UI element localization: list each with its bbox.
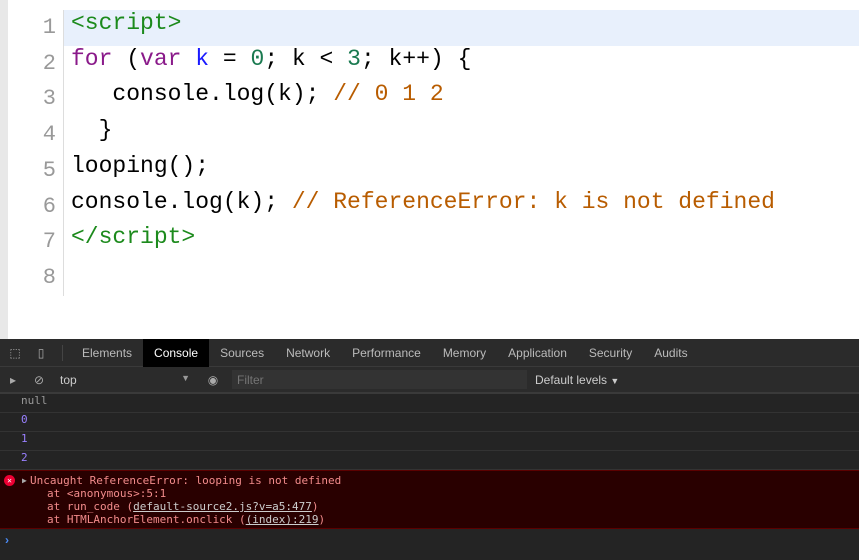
console-toolbar: ▸ ⊘ top▼ ◉ Default levels ▼ [0,367,859,394]
console-log-row: 2 [0,451,859,470]
code-token: console.log(k); [71,81,334,108]
tab-memory[interactable]: Memory [432,339,497,367]
code-token: // 0 1 2 [333,81,444,108]
expand-triangle-icon[interactable]: ▶ [22,474,27,487]
tab-network[interactable]: Network [275,339,341,367]
tab-audits[interactable]: Audits [643,339,698,367]
tab-application[interactable]: Application [497,339,578,367]
line-number: 2 [8,45,64,82]
code-token: ; k++) { [360,45,472,72]
log-levels-select[interactable]: Default levels ▼ [535,373,619,387]
filter-input[interactable] [232,370,527,389]
source-link[interactable]: (index):219 [246,513,319,526]
stack-frame: at HTMLAnchorElement.onclick ((index):21… [47,513,326,526]
console-log-row: null [0,394,859,413]
code-token: } [71,117,113,144]
code-line: </script> [64,224,859,260]
devtools-panel: ⬚ ▯ Elements Console Sources Network Perform… [0,338,859,560]
stack-frame: at <anonymous>:5:1 [47,487,167,500]
console-log-row: 1 [0,432,859,451]
console-log-row: 0 [0,413,859,432]
error-text: Uncaught ReferenceError: looping is not … [30,474,342,487]
code-line: console.log(k); // ReferenceError: k is … [64,189,859,225]
tab-console[interactable]: Console [143,338,210,367]
code-token: looping(); [71,152,210,179]
eye-icon[interactable]: ◉ [200,366,226,394]
source-link[interactable]: default-source2.js?v=a5:477 [133,500,312,513]
prompt-chevron-icon: › [5,533,9,547]
device-toolbar-icon[interactable]: ▯ [28,339,54,367]
dropdown-arrow-icon: ▼ [610,375,620,386]
code-token: <script> [71,10,182,36]
error-icon: ✕ [4,475,15,486]
line-number: 5 [8,152,64,189]
code-line: for (var k = 0; k < 3; k++) { [64,46,859,82]
dropdown-arrow-icon: ▼ [181,372,190,383]
line-number: 7 [8,224,64,261]
tab-sources[interactable]: Sources [209,339,275,367]
clear-console-icon[interactable]: ⊘ [26,366,52,394]
code-token: ; k < [264,45,348,72]
tab-security[interactable]: Security [578,339,643,367]
console-prompt[interactable]: › [0,529,859,551]
line-number: 4 [8,117,64,154]
tab-elements[interactable]: Elements [71,339,143,367]
tab-performance[interactable]: Performance [341,339,432,367]
code-line: looping(); [64,153,859,189]
code-token: </script> [71,224,196,251]
code-line: <script> [64,10,859,46]
code-line: } [64,117,859,153]
code-token: // ReferenceError: k is not defined [291,188,775,215]
code-editor[interactable]: 1 <script> 2 for (var k = 0; k < 3; k++) {3… [0,0,859,339]
code-token: 3 [347,45,361,72]
code-token: console.log(k); [71,188,292,215]
error-message: ✕ ▶ Uncaught ReferenceError: looping is … [0,470,859,529]
line-number: 3 [8,81,64,118]
devtools-tabbar: ⬚ ▯ Elements Console Sources Network Perform… [0,338,859,367]
code-line: console.log(k); // 0 1 2 [64,81,859,117]
code-token: k [195,45,210,72]
code-token: ( [112,45,141,72]
code-token: var [140,45,182,72]
line-number: 8 [8,259,64,296]
code-token: for [71,45,113,72]
context-select[interactable]: top ▼ [60,373,190,387]
sidebar-toggle-icon[interactable]: ▸ [0,366,26,394]
code-token: = [209,45,251,72]
stack-frame: at run_code (default-source2.js?v=a5:477… [47,500,319,513]
inspect-element-icon[interactable]: ⬚ [2,339,28,367]
code-token: 0 [250,45,265,72]
line-number: 6 [8,188,64,225]
line-number: 1 [8,10,64,46]
